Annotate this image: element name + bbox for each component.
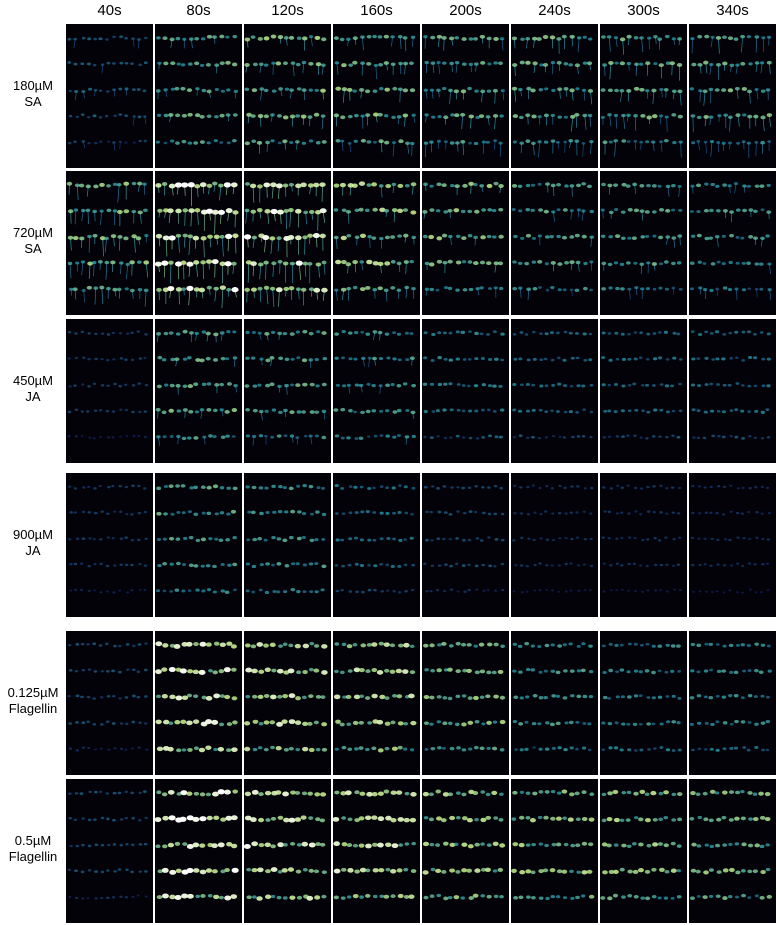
treatment-compound: SA xyxy=(24,241,42,256)
luminescence-panel xyxy=(155,631,242,775)
luminescence-panel xyxy=(600,779,687,923)
luminescence-panel xyxy=(600,171,687,315)
luminescence-panel xyxy=(244,473,331,617)
luminescence-panel xyxy=(511,779,598,923)
luminescence-panel xyxy=(511,171,598,315)
luminescence-panel xyxy=(600,319,687,463)
luminescence-panel xyxy=(155,171,242,315)
luminescence-panel xyxy=(244,24,331,168)
treatment-compound: JA xyxy=(25,543,41,558)
treatment-label: 450µM JA xyxy=(0,373,66,405)
luminescence-panel xyxy=(66,319,153,463)
luminescence-panel xyxy=(511,473,598,617)
treatment-concentration: 0.5µM xyxy=(14,833,52,848)
luminescence-panel xyxy=(422,473,509,617)
luminescence-panel xyxy=(333,24,420,168)
time-label: 160s xyxy=(360,2,393,19)
treatment-label: 180µM SA xyxy=(0,78,66,110)
luminescence-panel xyxy=(244,631,331,775)
treatment-label: 0.125µM Flagellin xyxy=(0,685,66,717)
luminescence-panel xyxy=(155,319,242,463)
luminescence-panel xyxy=(600,473,687,617)
luminescence-panel xyxy=(600,631,687,775)
luminescence-panel xyxy=(511,319,598,463)
treatment-compound: SA xyxy=(24,94,42,109)
luminescence-panel xyxy=(333,779,420,923)
treatment-concentration: 180µM xyxy=(12,78,53,93)
luminescence-panel xyxy=(66,473,153,617)
luminescence-panel xyxy=(511,24,598,168)
luminescence-panel xyxy=(66,24,153,168)
treatment-compound: JA xyxy=(25,389,41,404)
treatment-concentration: 0.125µM xyxy=(7,685,59,700)
luminescence-panel xyxy=(689,24,776,168)
luminescence-panel xyxy=(333,631,420,775)
treatment-compound: Flagellin xyxy=(8,701,58,716)
luminescence-panel xyxy=(689,779,776,923)
treatment-label: 720µM SA xyxy=(0,225,66,257)
luminescence-panel xyxy=(333,473,420,617)
luminescence-panel xyxy=(244,319,331,463)
treatment-concentration: 450µM xyxy=(12,373,53,388)
luminescence-panel xyxy=(689,319,776,463)
time-course-figure: 40s 80s 120s 160s 200s 240s 300s 340s 180µM SA 720… xyxy=(0,0,777,925)
luminescence-panel xyxy=(333,171,420,315)
treatment-concentration: 900µM xyxy=(12,527,53,542)
luminescence-panel xyxy=(422,779,509,923)
luminescence-panel xyxy=(244,779,331,923)
time-label: 240s xyxy=(538,2,571,19)
luminescence-panel xyxy=(689,171,776,315)
luminescence-panel xyxy=(66,779,153,923)
luminescence-panel xyxy=(422,24,509,168)
luminescence-panel xyxy=(155,473,242,617)
time-label: 200s xyxy=(449,2,482,19)
luminescence-panel xyxy=(422,631,509,775)
luminescence-panel xyxy=(244,171,331,315)
treatment-label: 900µM JA xyxy=(0,527,66,559)
treatment-concentration: 720µM xyxy=(12,225,53,240)
luminescence-panel xyxy=(422,171,509,315)
luminescence-panel xyxy=(155,24,242,168)
luminescence-panel xyxy=(66,171,153,315)
luminescence-panel xyxy=(333,319,420,463)
treatment-compound: Flagellin xyxy=(8,849,58,864)
time-label: 300s xyxy=(627,2,660,19)
luminescence-panel xyxy=(600,24,687,168)
time-label: 120s xyxy=(271,2,304,19)
luminescence-panel xyxy=(66,631,153,775)
luminescence-panel xyxy=(511,631,598,775)
time-label: 340s xyxy=(716,2,749,19)
luminescence-panel xyxy=(155,779,242,923)
luminescence-panel xyxy=(422,319,509,463)
luminescence-panel xyxy=(689,631,776,775)
treatment-label: 0.5µM Flagellin xyxy=(0,833,66,865)
time-label: 40s xyxy=(97,2,122,19)
time-label: 80s xyxy=(186,2,211,19)
luminescence-panel xyxy=(689,473,776,617)
